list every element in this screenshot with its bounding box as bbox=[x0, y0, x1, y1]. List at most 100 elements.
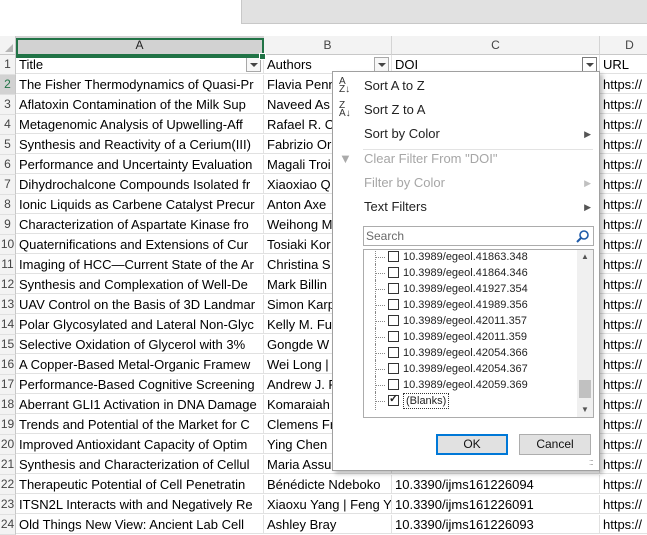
table-cell[interactable]: https:// bbox=[600, 175, 647, 194]
row-header[interactable]: 22 bbox=[0, 475, 16, 495]
header-cell-d[interactable]: URL bbox=[600, 55, 647, 74]
sort-a-to-z-item[interactable]: A Z↓ Sort A to Z bbox=[333, 74, 599, 98]
table-cell[interactable]: https:// bbox=[600, 435, 647, 454]
row-header[interactable]: 16 bbox=[0, 355, 16, 375]
checkbox[interactable] bbox=[388, 251, 399, 262]
table-cell[interactable]: https:// bbox=[600, 195, 647, 214]
scroll-thumb[interactable] bbox=[579, 380, 591, 398]
table-cell[interactable]: https:// bbox=[600, 75, 647, 94]
table-cell[interactable]: https:// bbox=[600, 95, 647, 114]
table-cell[interactable]: Xiaoxu Yang | Feng Ya bbox=[264, 495, 392, 514]
row-header[interactable]: 10 bbox=[0, 235, 16, 255]
row-header[interactable]: 15 bbox=[0, 335, 16, 355]
row-header[interactable]: 18 bbox=[0, 395, 16, 415]
ok-button[interactable]: OK bbox=[436, 434, 508, 455]
text-filters-item[interactable]: Text Filters ▶ bbox=[333, 195, 599, 219]
filter-dropdown-icon[interactable] bbox=[582, 57, 597, 72]
table-cell[interactable]: https:// bbox=[600, 355, 647, 374]
row-header[interactable]: 17 bbox=[0, 375, 16, 395]
table-cell[interactable]: https:// bbox=[600, 375, 647, 394]
table-cell[interactable]: Ashley Bray bbox=[264, 515, 392, 534]
resize-grip-icon[interactable]: ⋅⋅⋅ ⋅⋅⋅ bbox=[589, 458, 597, 469]
table-cell[interactable]: Metagenomic Analysis of Upwelling-Aff bbox=[16, 115, 264, 134]
row-header[interactable]: 13 bbox=[0, 295, 16, 315]
row-header[interactable]: 11 bbox=[0, 255, 16, 275]
table-cell[interactable]: A Copper-Based Metal-Organic Framew bbox=[16, 355, 264, 374]
table-cell[interactable]: https:// bbox=[600, 155, 647, 174]
sort-z-to-a-item[interactable]: Z A↓ Sort Z to A bbox=[333, 98, 599, 122]
table-cell[interactable]: ITSN2L Interacts with and Negatively Re bbox=[16, 495, 264, 514]
table-cell[interactable]: https:// bbox=[600, 135, 647, 154]
table-cell[interactable]: https:// bbox=[600, 215, 647, 234]
list-scrollbar[interactable]: ▲ ▼ bbox=[577, 250, 593, 417]
checkbox[interactable] bbox=[388, 331, 399, 342]
clear-filter-item[interactable]: ▼ Clear Filter From "DOI" bbox=[333, 147, 599, 171]
table-cell[interactable]: Synthesis and Reactivity of a Cerium(III… bbox=[16, 135, 264, 154]
table-cell[interactable]: 10.3390/ijms161226093 bbox=[392, 515, 600, 534]
table-cell[interactable]: 10.3390/ijms161226091 bbox=[392, 495, 600, 514]
table-cell[interactable]: 10.3390/ijms161226094 bbox=[392, 475, 600, 494]
search-icon[interactable] bbox=[575, 229, 590, 244]
row-header[interactable]: 8 bbox=[0, 195, 16, 215]
table-cell[interactable]: https:// bbox=[600, 335, 647, 354]
column-header-d[interactable]: D bbox=[600, 36, 647, 55]
row-header[interactable]: 12 bbox=[0, 275, 16, 295]
table-cell[interactable]: https:// bbox=[600, 495, 647, 514]
row-header[interactable]: 9 bbox=[0, 215, 16, 235]
table-cell[interactable]: Improved Antioxidant Capacity of Optim bbox=[16, 435, 264, 454]
table-cell[interactable]: Aberrant GLI1 Activation in DNA Damage bbox=[16, 395, 264, 414]
table-cell[interactable]: Performance-Based Cognitive Screening bbox=[16, 375, 264, 394]
checkbox[interactable] bbox=[388, 315, 399, 326]
table-cell[interactable]: Synthesis and Complexation of Well-De bbox=[16, 275, 264, 294]
table-cell[interactable]: Aflatoxin Contamination of the Milk Sup bbox=[16, 95, 264, 114]
checkbox[interactable]: ✓ bbox=[388, 393, 399, 406]
select-all-corner[interactable] bbox=[0, 36, 16, 55]
row-header[interactable]: 6 bbox=[0, 155, 16, 175]
table-cell[interactable]: Characterization of Aspartate Kinase fro bbox=[16, 215, 264, 234]
table-cell[interactable]: https:// bbox=[600, 115, 647, 134]
table-cell[interactable]: Performance and Uncertainty Evaluation bbox=[16, 155, 264, 174]
table-cell[interactable]: UAV Control on the Basis of 3D Landmar bbox=[16, 295, 264, 314]
sort-by-color-item[interactable]: Sort by Color ▶ bbox=[333, 122, 599, 146]
cancel-button[interactable]: Cancel bbox=[519, 434, 591, 455]
table-cell[interactable]: https:// bbox=[600, 275, 647, 294]
row-header[interactable]: 14 bbox=[0, 315, 16, 335]
table-cell[interactable]: https:// bbox=[600, 295, 647, 314]
checkbox[interactable] bbox=[388, 347, 399, 358]
row-header[interactable]: 2 bbox=[0, 75, 16, 95]
scroll-down-icon[interactable]: ▼ bbox=[577, 403, 593, 417]
table-cell[interactable]: https:// bbox=[600, 255, 647, 274]
table-cell[interactable]: Trends and Potential of the Market for C bbox=[16, 415, 264, 434]
table-cell[interactable]: https:// bbox=[600, 235, 647, 254]
table-cell[interactable]: Dihydrochalcone Compounds Isolated fr bbox=[16, 175, 264, 194]
table-cell[interactable]: Polar Glycosylated and Lateral Non-Glyc bbox=[16, 315, 264, 334]
filter-by-color-item[interactable]: Filter by Color ▶ bbox=[333, 171, 599, 195]
row-header[interactable]: 4 bbox=[0, 115, 16, 135]
checkbox[interactable] bbox=[388, 363, 399, 374]
scroll-up-icon[interactable]: ▲ bbox=[577, 250, 593, 264]
row-header[interactable]: 21 bbox=[0, 455, 16, 475]
checkbox[interactable] bbox=[388, 267, 399, 278]
table-cell[interactable]: https:// bbox=[600, 415, 647, 434]
table-cell[interactable]: https:// bbox=[600, 475, 647, 494]
table-cell[interactable]: https:// bbox=[600, 515, 647, 534]
row-header[interactable]: 1 bbox=[0, 55, 16, 75]
table-cell[interactable]: https:// bbox=[600, 455, 647, 474]
row-header[interactable]: 5 bbox=[0, 135, 16, 155]
table-cell[interactable]: https:// bbox=[600, 395, 647, 414]
table-cell[interactable]: Selective Oxidation of Glycerol with 3% bbox=[16, 335, 264, 354]
row-header[interactable]: 7 bbox=[0, 175, 16, 195]
row-header[interactable]: 20 bbox=[0, 435, 16, 455]
filter-search-input[interactable] bbox=[366, 228, 571, 244]
table-cell[interactable]: Bénédicte Ndeboko bbox=[264, 475, 392, 494]
table-cell[interactable]: Imaging of HCC—Current State of the Ar bbox=[16, 255, 264, 274]
row-header[interactable]: 23 bbox=[0, 495, 16, 515]
column-header-c[interactable]: C bbox=[392, 36, 600, 55]
row-header[interactable]: 24 bbox=[0, 515, 16, 535]
table-cell[interactable]: Ionic Liquids as Carbene Catalyst Precur bbox=[16, 195, 264, 214]
table-cell[interactable]: Therapeutic Potential of Cell Penetratin bbox=[16, 475, 264, 494]
table-cell[interactable]: Old Things New View: Ancient Lab Cell bbox=[16, 515, 264, 534]
checkbox[interactable] bbox=[388, 283, 399, 294]
checkbox[interactable] bbox=[388, 379, 399, 390]
checkbox[interactable] bbox=[388, 299, 399, 310]
